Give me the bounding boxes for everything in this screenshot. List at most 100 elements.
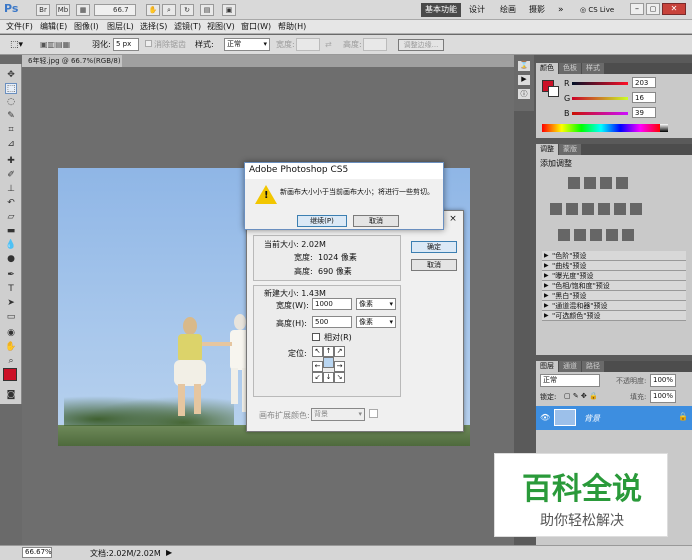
tab-masks[interactable]: 蒙版 [559,144,581,155]
color-spectrum-bar[interactable] [542,124,660,132]
quick-mask-icon[interactable]: ◙ [5,390,17,401]
ok-button[interactable]: 确定 [411,241,457,253]
actions-panel-icon[interactable]: ▶ [518,75,530,85]
move-tool-icon[interactable]: ✥ [5,70,17,81]
tab-adjustments[interactable]: 调整 [536,144,558,155]
g-slider[interactable] [572,97,628,100]
tab-paths[interactable]: 路径 [582,361,604,372]
workspace-essentials[interactable]: 基本功能 [421,3,461,17]
lasso-tool-icon[interactable]: ◌ [5,97,17,108]
maximize-button[interactable]: ▢ [646,3,660,15]
history-brush-tool-icon[interactable]: ↶ [5,198,17,209]
selective-color-icon[interactable] [622,229,634,241]
blend-mode-select[interactable]: 正常 [540,374,600,387]
workspace-photography[interactable]: 摄影 [529,3,545,17]
relative-checkbox[interactable] [312,333,320,341]
menu-edit[interactable]: 编辑(E) [40,21,67,33]
zoom-level-input[interactable]: 66.67% [22,547,52,558]
new-height-input[interactable]: 500 [312,316,352,328]
clone-stamp-tool-icon[interactable]: ⊥ [5,184,17,195]
bridge-icon[interactable]: Br [36,4,50,16]
menu-help[interactable]: 帮助(H) [278,21,306,33]
dialog-close-icon[interactable]: × [446,213,460,225]
anchor-n[interactable]: ↑ [323,346,334,357]
3d-rotate-tool-icon[interactable]: ◉ [5,328,17,339]
menu-select[interactable]: 选择(S) [140,21,167,33]
preset-exposure[interactable]: "曝光度"预设 [542,271,686,281]
black-white-ramp[interactable] [660,124,668,132]
tab-swatches[interactable]: 色板 [559,63,581,74]
zoom-select[interactable]: 66.7 [94,4,136,16]
preset-curves[interactable]: "曲线"预设 [542,261,686,271]
threshold-icon[interactable] [590,229,602,241]
workspace-painting[interactable]: 绘画 [500,3,516,17]
path-select-tool-icon[interactable]: ➤ [5,298,17,309]
curves-icon[interactable] [600,177,612,189]
blur-tool-icon[interactable]: 💧 [5,240,17,251]
layer-name[interactable]: 背景 [584,413,600,424]
preset-channel-mixer[interactable]: "通道混和器"预设 [542,301,686,311]
arrange-documents-icon[interactable]: ▤ [200,4,214,16]
menu-window[interactable]: 窗口(W) [241,21,271,33]
preset-selective-color[interactable]: "可选颜色"预设 [542,311,686,321]
style-select[interactable]: 正常 ▾ [224,38,270,51]
tab-layers[interactable]: 图层 [536,361,558,372]
selection-mode-icons[interactable]: ▣▥▤▦ [40,39,86,51]
history-panel-icon[interactable]: ⌛ [518,61,530,71]
vibrance-icon[interactable] [550,203,562,215]
anchor-s[interactable]: ↓ [323,372,334,383]
eraser-tool-icon[interactable]: ▱ [5,212,17,223]
preset-black-white[interactable]: "黑白"预设 [542,291,686,301]
rotate-view-icon[interactable]: ↻ [180,4,194,16]
anchor-center[interactable] [323,357,334,368]
opacity-input[interactable]: 100% [650,374,676,387]
layer-visibility-icon[interactable]: 👁 [540,413,550,422]
layer-row-background[interactable]: 👁 背景 🔒 [536,406,692,430]
height-input[interactable] [363,38,387,51]
status-menu-icon[interactable]: ▶ [166,548,172,557]
view-extras-icon[interactable]: ▦ [76,4,90,16]
photo-filter-icon[interactable] [614,203,626,215]
close-button[interactable]: ✕ [662,3,686,15]
color-balance-icon[interactable] [582,203,594,215]
minibridge-icon[interactable]: Mb [56,4,70,16]
menu-filter[interactable]: 滤镜(T) [174,21,201,33]
hand-tool-icon[interactable]: ✋ [5,342,17,353]
zoom-icon[interactable]: ⌕ [162,4,176,16]
crop-tool-icon[interactable]: ⌗ [5,125,17,136]
refine-edge-button[interactable]: 调整边缘... [398,39,444,51]
g-input[interactable]: 16 [632,92,656,103]
healing-brush-tool-icon[interactable]: ✚ [5,156,17,167]
confirm-cancel-button[interactable]: 取消 [353,215,399,227]
more-workspaces-icon[interactable]: » [558,3,564,17]
hue-saturation-icon[interactable] [566,203,578,215]
foreground-color-swatch[interactable] [3,368,17,381]
height-unit-select[interactable]: 像素 ▾ [356,316,396,328]
marquee-preset-icon[interactable]: ⬚▾ [10,39,30,51]
info-panel-icon[interactable]: ⓘ [518,89,530,99]
eyedropper-tool-icon[interactable]: ⊿ [5,139,17,150]
menu-file[interactable]: 文件(F) [6,21,33,33]
pen-tool-icon[interactable]: ✒ [5,270,17,281]
fill-input[interactable]: 100% [650,390,676,403]
posterize-icon[interactable] [574,229,586,241]
shape-tool-icon[interactable]: ▭ [5,312,17,323]
continue-button[interactable]: 继续(P) [297,215,347,227]
preset-hue-saturation[interactable]: "色相/饱和度"预设 [542,281,686,291]
b-input[interactable]: 39 [632,107,656,118]
marquee-tool-icon[interactable]: ⬚ [5,83,17,94]
invert-icon[interactable] [558,229,570,241]
anchor-e[interactable]: → [334,361,345,372]
feather-input[interactable]: 5 px [113,38,139,51]
anchor-sw[interactable]: ↙ [312,372,323,383]
gradient-tool-icon[interactable]: ▬ [5,226,17,237]
zoom-tool-icon[interactable]: ⌕ [5,356,17,367]
document-tab[interactable]: 6年轻.jpg @ 66.7%(RGB/8) × [22,55,122,77]
dodge-tool-icon[interactable]: ● [5,254,17,265]
type-tool-icon[interactable]: T [5,284,17,295]
r-slider[interactable] [572,82,628,85]
channel-mixer-icon[interactable] [630,203,642,215]
width-input[interactable] [296,38,320,51]
menu-layer[interactable]: 图层(L) [107,21,134,33]
menu-view[interactable]: 视图(V) [207,21,235,33]
